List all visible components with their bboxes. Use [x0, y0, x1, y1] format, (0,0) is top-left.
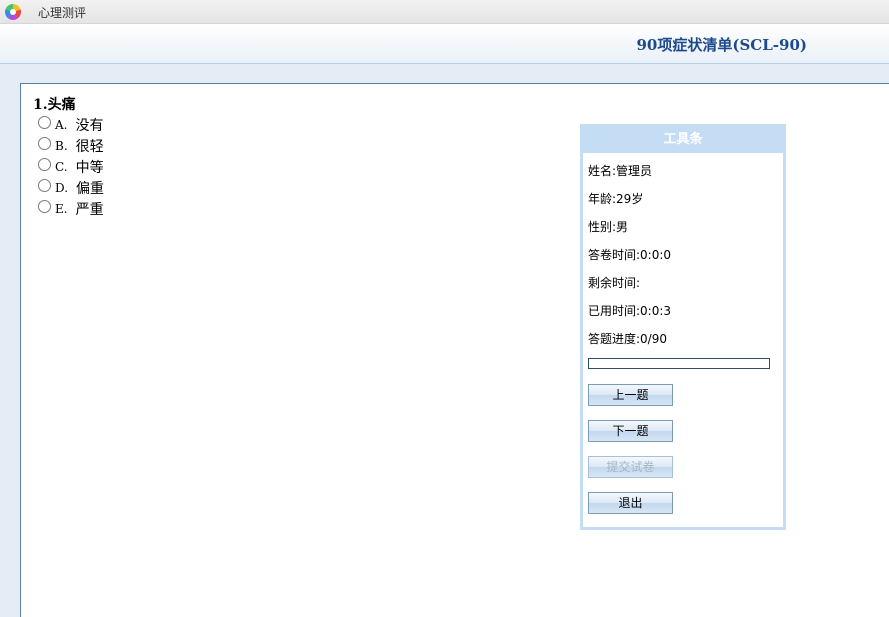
option-e-radio[interactable]	[38, 200, 51, 213]
exam-time: 答卷时间:0:0:0	[588, 248, 672, 262]
answer-progress-bar	[588, 358, 770, 369]
option-e-key: E.	[55, 201, 68, 216]
toolbar-panel: 工具条 姓名:管理员 年龄:29岁 性别:男 答卷时间:0:0:0 剩余时间: …	[580, 124, 786, 530]
option-a[interactable]: A. 没有	[38, 114, 104, 135]
option-c-key: C.	[55, 159, 68, 174]
answer-progress-text: 答题进度:0/90	[588, 332, 667, 346]
toolbar-title: 工具条	[583, 124, 783, 153]
answer-options: A. 没有 B. 很轻 C. 中等 D. 偏重 E. 严重	[38, 114, 104, 219]
user-gender: 性别:男	[588, 220, 629, 234]
app-logo-icon	[5, 4, 21, 20]
question-text: 1.头痛	[33, 97, 76, 113]
option-a-radio[interactable]	[38, 116, 51, 129]
option-d[interactable]: D. 偏重	[38, 177, 104, 198]
user-name: 姓名:管理员	[588, 164, 653, 178]
option-d-label: 偏重	[76, 180, 105, 197]
option-b-key: B.	[55, 138, 68, 153]
remaining-time: 剩余时间:	[588, 276, 641, 290]
prev-question-button[interactable]: 上一题	[588, 384, 673, 406]
option-e[interactable]: E. 严重	[38, 198, 104, 219]
next-question-button[interactable]: 下一题	[588, 420, 673, 442]
exit-button[interactable]: 退出	[588, 492, 673, 514]
option-d-radio[interactable]	[38, 179, 51, 192]
page-title: 90项症状清单(SCL-90)	[636, 36, 808, 54]
option-a-key: A.	[55, 117, 68, 132]
option-a-label: 没有	[75, 117, 104, 134]
option-b-label: 很轻	[75, 138, 104, 155]
app-title: 心理测评	[38, 6, 87, 20]
window-titlebar: 心理测评	[0, 0, 889, 24]
option-c-label: 中等	[75, 159, 104, 176]
user-age: 年龄:29岁	[588, 192, 644, 206]
option-e-label: 严重	[75, 201, 104, 218]
option-c-radio[interactable]	[38, 158, 51, 171]
option-c[interactable]: C. 中等	[38, 156, 104, 177]
page-header: 90项症状清单(SCL-90)	[0, 24, 889, 64]
option-b[interactable]: B. 很轻	[38, 135, 104, 156]
submit-exam-button: 提交试卷	[588, 456, 673, 478]
option-b-radio[interactable]	[38, 137, 51, 150]
option-d-key: D.	[55, 180, 69, 195]
elapsed-time: 已用时间:0:0:3	[588, 304, 672, 318]
